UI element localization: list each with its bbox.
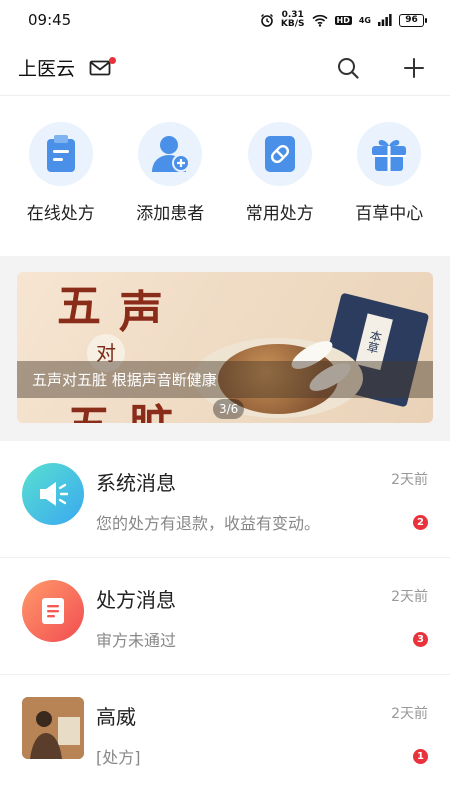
add-user-icon <box>152 136 191 172</box>
quick-action-label: 添加患者 <box>136 204 205 224</box>
message-title: 处方消息 <box>96 588 176 612</box>
banner-char: 五 <box>57 281 101 332</box>
quick-actions: 在线处方 添加患者 常用处方 百草中心 <box>0 96 450 256</box>
unread-badge: 1 <box>413 749 428 764</box>
promo-banner[interactable]: 五 声 五 脏 对 本草 五声对五脏 根据声音断健康 3/6 <box>17 272 433 423</box>
quick-action-label: 常用处方 <box>245 204 314 224</box>
status-bar: 09:45 0.31 KB/S HD 4G 96 <box>0 0 450 40</box>
app-title: 上医云 <box>18 58 76 80</box>
alarm-icon <box>260 14 273 27</box>
message-time: 2天前 <box>391 589 428 605</box>
wifi-icon <box>311 14 328 27</box>
banner-page-indicator: 3/6 <box>213 399 245 419</box>
user-photo-illustration <box>22 697 84 759</box>
megaphone-icon <box>40 482 69 506</box>
banner-section: 五 声 五 脏 对 本草 五声对五脏 根据声音断健康 3/6 <box>0 272 450 441</box>
message-item-system[interactable]: 系统消息 您的处方有退款，收益有变动。 2天前 2 <box>0 441 450 558</box>
quick-action-add-patient[interactable]: 添加患者 <box>116 122 226 256</box>
clipboard-icon <box>46 135 75 172</box>
unread-badge: 2 <box>413 515 428 530</box>
status-time: 09:45 <box>28 11 72 29</box>
mail-button[interactable] <box>89 56 117 77</box>
quick-action-label: 在线处方 <box>26 204 95 224</box>
mail-icon <box>89 60 111 75</box>
signal-icon <box>378 14 392 26</box>
message-preview: 您的处方有退款，收益有变动。 <box>96 514 321 533</box>
message-item-chat[interactable]: 高威 [处方] 2天前 1 <box>0 675 450 792</box>
message-title: 高威 <box>96 705 136 729</box>
app-header: 上医云 <box>0 40 450 96</box>
battery-icon: 96 <box>399 13 427 27</box>
banner-caption: 五声对五脏 根据声音断健康 <box>32 371 217 389</box>
message-preview: 审方未通过 <box>96 631 177 650</box>
network-type: 4G <box>358 15 371 25</box>
unread-badge: 3 <box>413 632 428 647</box>
hd-icon: HD <box>334 15 352 25</box>
document-icon <box>42 598 64 624</box>
quick-action-common-prescription[interactable]: 常用处方 <box>225 122 335 256</box>
avatar <box>22 697 84 759</box>
plus-icon <box>404 57 424 78</box>
gift-box-icon <box>372 140 407 171</box>
message-avatar <box>22 580 84 642</box>
banner-char: 声 <box>119 287 163 338</box>
message-list: 系统消息 您的处方有退款，收益有变动。 2天前 2 处方消息 审方未通过 2天前… <box>0 441 450 792</box>
network-speed: 0.31 KB/S <box>280 10 305 29</box>
message-avatar <box>22 463 84 525</box>
quick-action-herb-center[interactable]: 百草中心 <box>335 122 445 256</box>
status-icons: 0.31 KB/S HD 4G 96 <box>260 10 427 29</box>
message-time: 2天前 <box>391 472 428 488</box>
message-time: 2天前 <box>391 706 428 722</box>
message-title: 系统消息 <box>96 471 176 495</box>
add-button[interactable] <box>400 54 428 82</box>
section-divider <box>0 256 450 272</box>
quick-action-label: 百草中心 <box>355 204 424 224</box>
mail-unread-dot <box>109 56 117 64</box>
message-item-prescription[interactable]: 处方消息 审方未通过 2天前 3 <box>0 558 450 675</box>
search-icon <box>338 57 359 79</box>
search-button[interactable] <box>334 54 362 82</box>
quick-action-online-prescription[interactable]: 在线处方 <box>6 122 116 256</box>
message-preview: [处方] <box>96 748 141 767</box>
pill-card-icon <box>264 136 295 172</box>
